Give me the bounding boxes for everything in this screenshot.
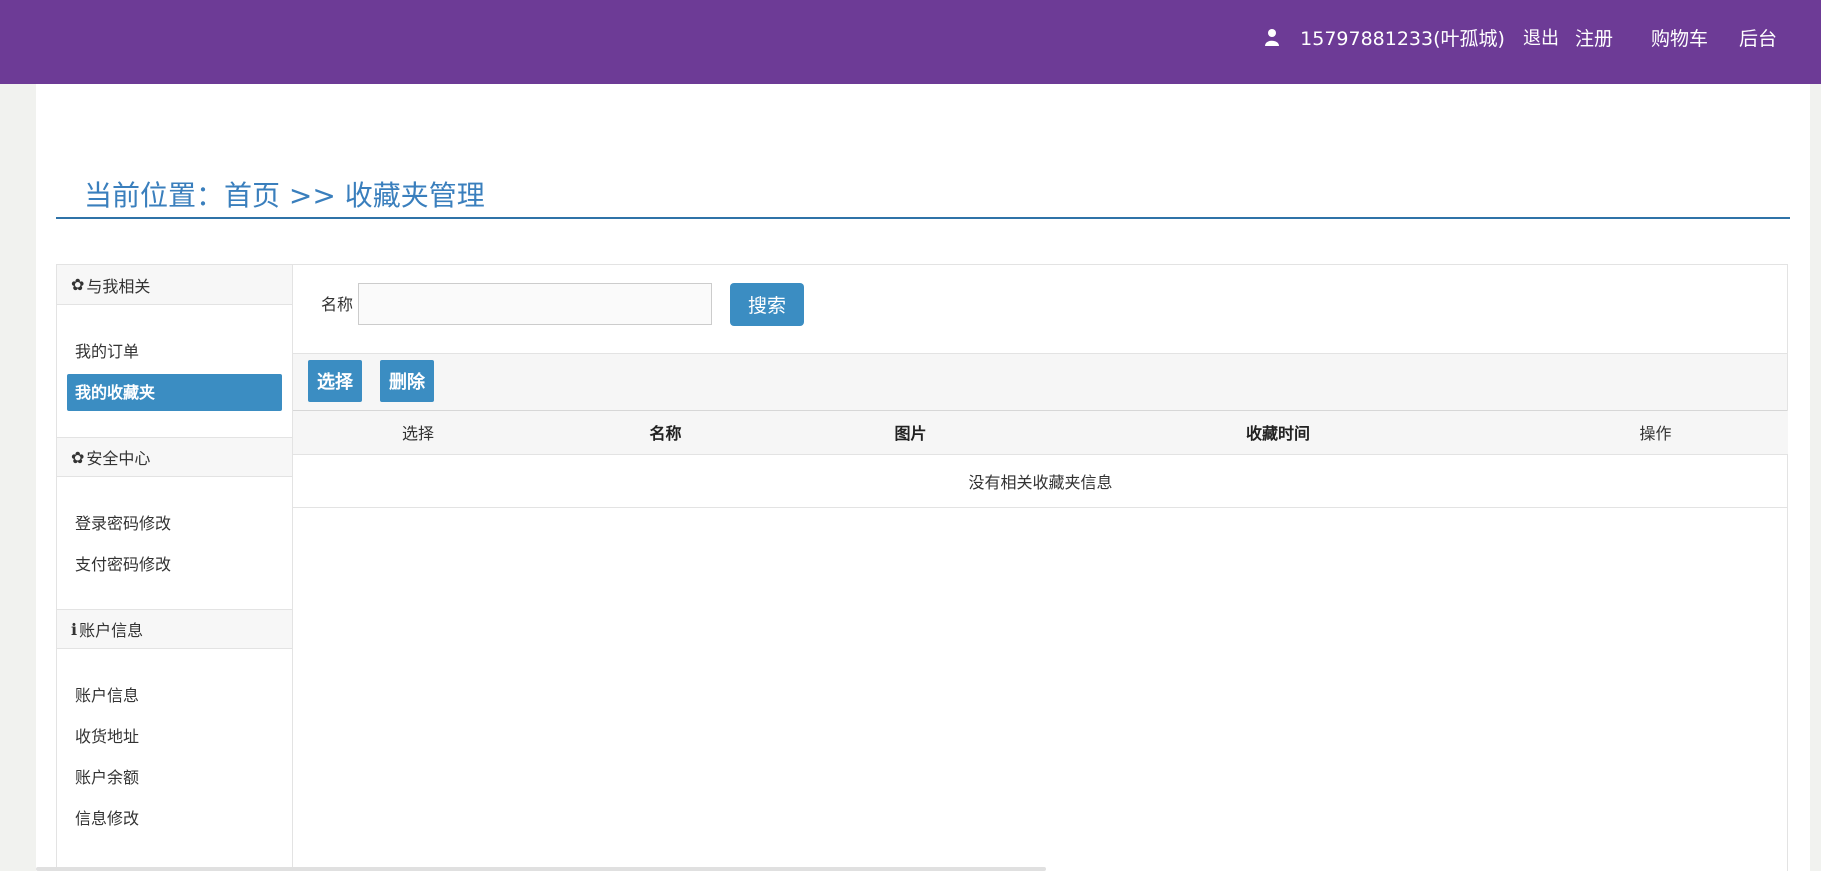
- search-input[interactable]: [358, 283, 712, 325]
- select-all-button[interactable]: 选择: [308, 360, 362, 402]
- logout-link[interactable]: 退出: [1523, 24, 1559, 50]
- info-icon: ℹ: [71, 619, 78, 639]
- column-header-select: 选择: [293, 411, 543, 455]
- gear-icon: ✿: [71, 447, 85, 467]
- column-header-time: 收藏时间: [1033, 411, 1523, 455]
- favorites-table: 选择 名称 图片 收藏时间 操作 没有相关收藏夹信息: [293, 411, 1788, 508]
- cart-link[interactable]: 购物车: [1651, 24, 1708, 51]
- sidebar-section-related: ✿ 与我相关: [57, 265, 292, 305]
- sidebar-item-edit-info[interactable]: 信息修改: [67, 800, 282, 837]
- sidebar-list-related: 我的订单 我的收藏夹: [57, 305, 292, 437]
- column-header-name: 名称: [543, 411, 788, 455]
- gear-icon: ✿: [71, 275, 85, 294]
- page-container: 当前位置：首页 >> 收藏夹管理 ✿ 与我相关 我的订单 我的收藏夹 ✿ 安全中…: [36, 84, 1810, 871]
- column-header-image: 图片: [788, 411, 1033, 455]
- sidebar-item-my-favorites[interactable]: 我的收藏夹: [67, 374, 282, 411]
- horizontal-scrollbar[interactable]: [36, 867, 1046, 871]
- search-row: 名称 搜索: [293, 265, 1787, 353]
- current-user-name[interactable]: 15797881233(叶孤城): [1300, 24, 1505, 51]
- table-header-row: 选择 名称 图片 收藏时间 操作: [293, 411, 1788, 455]
- sidebar-list-account: 账户信息 收货地址 账户余额 信息修改: [57, 649, 292, 863]
- sidebar-section-security: ✿ 安全中心: [57, 437, 292, 477]
- breadcrumb: 当前位置：首页 >> 收藏夹管理: [56, 179, 1790, 219]
- search-button[interactable]: 搜索: [730, 283, 804, 326]
- sidebar: ✿ 与我相关 我的订单 我的收藏夹 ✿ 安全中心 登录密码修改 支付密码修改 ℹ…: [56, 264, 293, 871]
- sidebar-list-security: 登录密码修改 支付密码修改: [57, 477, 292, 609]
- sidebar-item-my-orders[interactable]: 我的订单: [67, 333, 282, 370]
- user-icon: [1264, 28, 1280, 46]
- delete-button[interactable]: 删除: [380, 360, 434, 402]
- sidebar-section-title: 安全中心: [86, 449, 151, 468]
- sidebar-section-title: 与我相关: [86, 276, 151, 296]
- sidebar-item-balance[interactable]: 账户余额: [67, 759, 282, 796]
- table-row: 没有相关收藏夹信息: [293, 454, 1788, 508]
- search-label: 名称: [321, 295, 354, 314]
- breadcrumb-text: 当前位置：首页 >> 收藏夹管理: [84, 179, 485, 212]
- register-link[interactable]: 注册: [1575, 24, 1613, 51]
- sidebar-section-title: 账户信息: [79, 621, 144, 640]
- sidebar-item-address[interactable]: 收货地址: [67, 718, 282, 755]
- sidebar-item-login-password[interactable]: 登录密码修改: [67, 505, 282, 542]
- admin-link[interactable]: 后台: [1739, 24, 1777, 51]
- sidebar-item-pay-password[interactable]: 支付密码修改: [67, 546, 282, 583]
- sidebar-section-account: ℹ 账户信息: [57, 609, 292, 649]
- top-nav: 15797881233(叶孤城) 退出 注册 购物车 后台: [1264, 0, 1777, 74]
- empty-message: 没有相关收藏夹信息: [293, 454, 1788, 508]
- column-header-action: 操作: [1523, 411, 1788, 455]
- sidebar-item-account-info[interactable]: 账户信息: [67, 677, 282, 714]
- main-panel: 名称 搜索 选择 删除 选择 名称 图片 收藏时间 操作 没有相关收藏夹信息: [293, 264, 1788, 871]
- action-toolbar: 选择 删除: [293, 353, 1787, 411]
- top-navbar: 15797881233(叶孤城) 退出 注册 购物车 后台: [0, 0, 1821, 84]
